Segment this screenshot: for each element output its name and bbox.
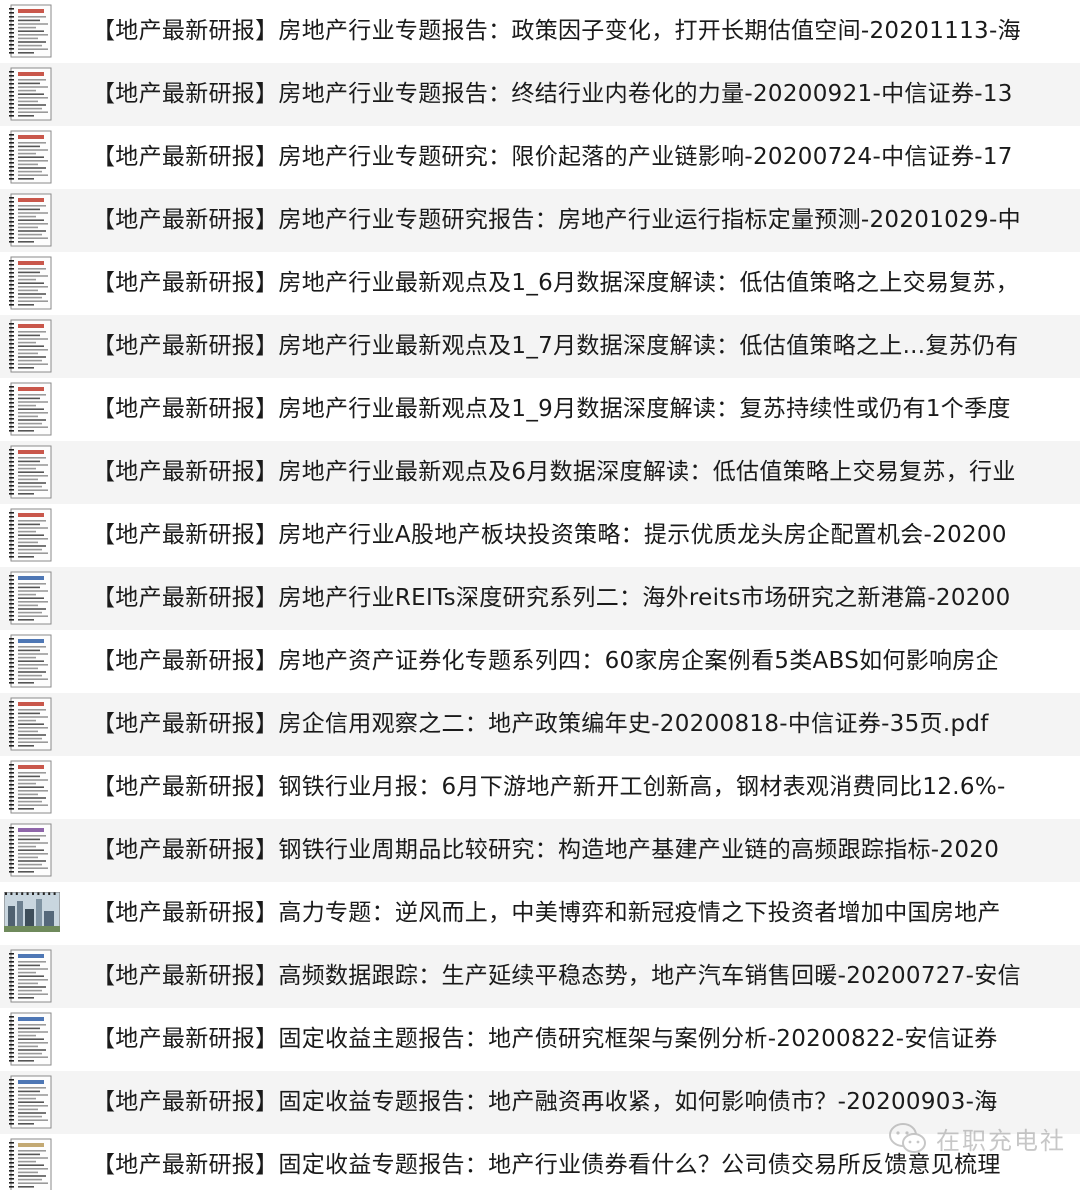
- file-row[interactable]: 【地产最新研报】钢铁行业周期品比较研究：构造地产基建产业链的高频跟踪指标-202…: [0, 819, 1080, 882]
- doc-red-icon[interactable]: [8, 508, 54, 562]
- doc-red-icon[interactable]: [8, 4, 54, 58]
- doc-red-icon[interactable]: [8, 193, 54, 247]
- file-row[interactable]: 【地产最新研报】房地产行业最新观点及1_9月数据深度解读：复苏持续性或仍有1个季…: [0, 378, 1080, 441]
- file-row[interactable]: 【地产最新研报】房地产行业最新观点及1_7月数据深度解读：低估值策略之上...复…: [0, 315, 1080, 378]
- file-row[interactable]: 【地产最新研报】高频数据跟踪：生产延续平稳态势，地产汽车销售回暖-2020072…: [0, 945, 1080, 1008]
- doc-red-icon[interactable]: [8, 760, 54, 814]
- doc-red-icon[interactable]: [8, 319, 54, 373]
- file-name[interactable]: 【地产最新研报】房地产行业最新观点及1_6月数据深度解读：低估值策略之上交易复苏…: [92, 252, 1019, 315]
- doc-blue-icon[interactable]: [8, 1075, 54, 1129]
- doc-red-icon[interactable]: [8, 256, 54, 310]
- doc-red-icon[interactable]: [8, 67, 54, 121]
- file-name[interactable]: 【地产最新研报】房地产行业REITs深度研究系列二：海外reits市场研究之新港…: [92, 567, 1011, 630]
- file-row[interactable]: 【地产最新研报】固定收益专题报告：地产行业债券看什么？公司债交易所反馈意见梳理: [0, 1134, 1080, 1190]
- doc-red-icon[interactable]: [8, 130, 54, 184]
- file-row[interactable]: 【地产最新研报】房地产行业最新观点及1_6月数据深度解读：低估值策略之上交易复苏…: [0, 252, 1080, 315]
- file-name[interactable]: 【地产最新研报】固定收益主题报告：地产债研究框架与案例分析-20200822-安…: [92, 1008, 998, 1071]
- file-name[interactable]: 【地产最新研报】房地产行业专题报告：政策因子变化，打开长期估值空间-202011…: [92, 0, 1021, 63]
- photo-thumbnail-icon[interactable]: [3, 891, 61, 933]
- file-row[interactable]: 【地产最新研报】房地产行业专题研究：限价起落的产业链影响-20200724-中信…: [0, 126, 1080, 189]
- doc-red-icon[interactable]: [8, 382, 54, 436]
- file-row[interactable]: 【地产最新研报】房地产资产证券化专题系列四：60家房企案例看5类ABS如何影响房…: [0, 630, 1080, 693]
- file-name[interactable]: 【地产最新研报】房地产行业专题报告：终结行业内卷化的力量-20200921-中信…: [92, 63, 1013, 126]
- file-name[interactable]: 【地产最新研报】房地产行业专题研究报告：房地产行业运行指标定量预测-202010…: [92, 189, 1021, 252]
- file-row[interactable]: 【地产最新研报】房地产行业专题研究报告：房地产行业运行指标定量预测-202010…: [0, 189, 1080, 252]
- file-row[interactable]: 【地产最新研报】固定收益主题报告：地产债研究框架与案例分析-20200822-安…: [0, 1008, 1080, 1071]
- file-name[interactable]: 【地产最新研报】钢铁行业周期品比较研究：构造地产基建产业链的高频跟踪指标-202…: [92, 819, 999, 882]
- file-row[interactable]: 【地产最新研报】房地产行业专题报告：政策因子变化，打开长期估值空间-202011…: [0, 0, 1080, 63]
- doc-blue-icon[interactable]: [8, 1012, 54, 1066]
- file-row[interactable]: 【地产最新研报】固定收益专题报告：地产融资再收紧，如何影响债市？-2020090…: [0, 1071, 1080, 1134]
- doc-blue-icon[interactable]: [8, 571, 54, 625]
- file-row[interactable]: 【地产最新研报】钢铁行业月报：6月下游地产新开工创新高，钢材表观消费同比12.6…: [0, 756, 1080, 819]
- file-name[interactable]: 【地产最新研报】房地产资产证券化专题系列四：60家房企案例看5类ABS如何影响房…: [92, 630, 999, 693]
- doc-blue-icon[interactable]: [8, 634, 54, 688]
- file-name[interactable]: 【地产最新研报】房地产行业最新观点及1_7月数据深度解读：低估值策略之上...复…: [92, 315, 1019, 378]
- file-row[interactable]: 【地产最新研报】房地产行业A股地产板块投资策略：提示优质龙头房企配置机会-202…: [0, 504, 1080, 567]
- file-row[interactable]: 【地产最新研报】房企信用观察之二：地产政策编年史-20200818-中信证券-3…: [0, 693, 1080, 756]
- doc-red-icon[interactable]: [8, 445, 54, 499]
- doc-beige-icon[interactable]: [8, 1138, 54, 1190]
- file-name[interactable]: 【地产最新研报】房企信用观察之二：地产政策编年史-20200818-中信证券-3…: [92, 693, 989, 756]
- file-name[interactable]: 【地产最新研报】房地产行业最新观点及6月数据深度解读：低估值策略上交易复苏，行业: [92, 441, 1016, 504]
- file-row[interactable]: 【地产最新研报】高力专题：逆风而上，中美博弈和新冠疫情之下投资者增加中国房地产: [0, 882, 1080, 945]
- file-row[interactable]: 【地产最新研报】房地产行业REITs深度研究系列二：海外reits市场研究之新港…: [0, 567, 1080, 630]
- file-name[interactable]: 【地产最新研报】房地产行业最新观点及1_9月数据深度解读：复苏持续性或仍有1个季…: [92, 378, 1011, 441]
- file-name[interactable]: 【地产最新研报】房地产行业A股地产板块投资策略：提示优质龙头房企配置机会-202…: [92, 504, 1007, 567]
- file-name[interactable]: 【地产最新研报】房地产行业专题研究：限价起落的产业链影响-20200724-中信…: [92, 126, 1013, 189]
- file-list: 【地产最新研报】房地产行业专题报告：政策因子变化，打开长期估值空间-202011…: [0, 0, 1080, 1190]
- file-name[interactable]: 【地产最新研报】高频数据跟踪：生产延续平稳态势，地产汽车销售回暖-2020072…: [92, 945, 1021, 1008]
- file-name[interactable]: 【地产最新研报】高力专题：逆风而上，中美博弈和新冠疫情之下投资者增加中国房地产: [92, 882, 1001, 945]
- doc-purple-icon[interactable]: [8, 823, 54, 877]
- file-name[interactable]: 【地产最新研报】固定收益专题报告：地产融资再收紧，如何影响债市？-2020090…: [92, 1071, 998, 1134]
- file-name[interactable]: 【地产最新研报】钢铁行业月报：6月下游地产新开工创新高，钢材表观消费同比12.6…: [92, 756, 1006, 819]
- doc-red-icon[interactable]: [8, 697, 54, 751]
- doc-blue-icon[interactable]: [8, 949, 54, 1003]
- file-row[interactable]: 【地产最新研报】房地产行业专题报告：终结行业内卷化的力量-20200921-中信…: [0, 63, 1080, 126]
- file-name[interactable]: 【地产最新研报】固定收益专题报告：地产行业债券看什么？公司债交易所反馈意见梳理: [92, 1134, 1001, 1190]
- file-row[interactable]: 【地产最新研报】房地产行业最新观点及6月数据深度解读：低估值策略上交易复苏，行业: [0, 441, 1080, 504]
